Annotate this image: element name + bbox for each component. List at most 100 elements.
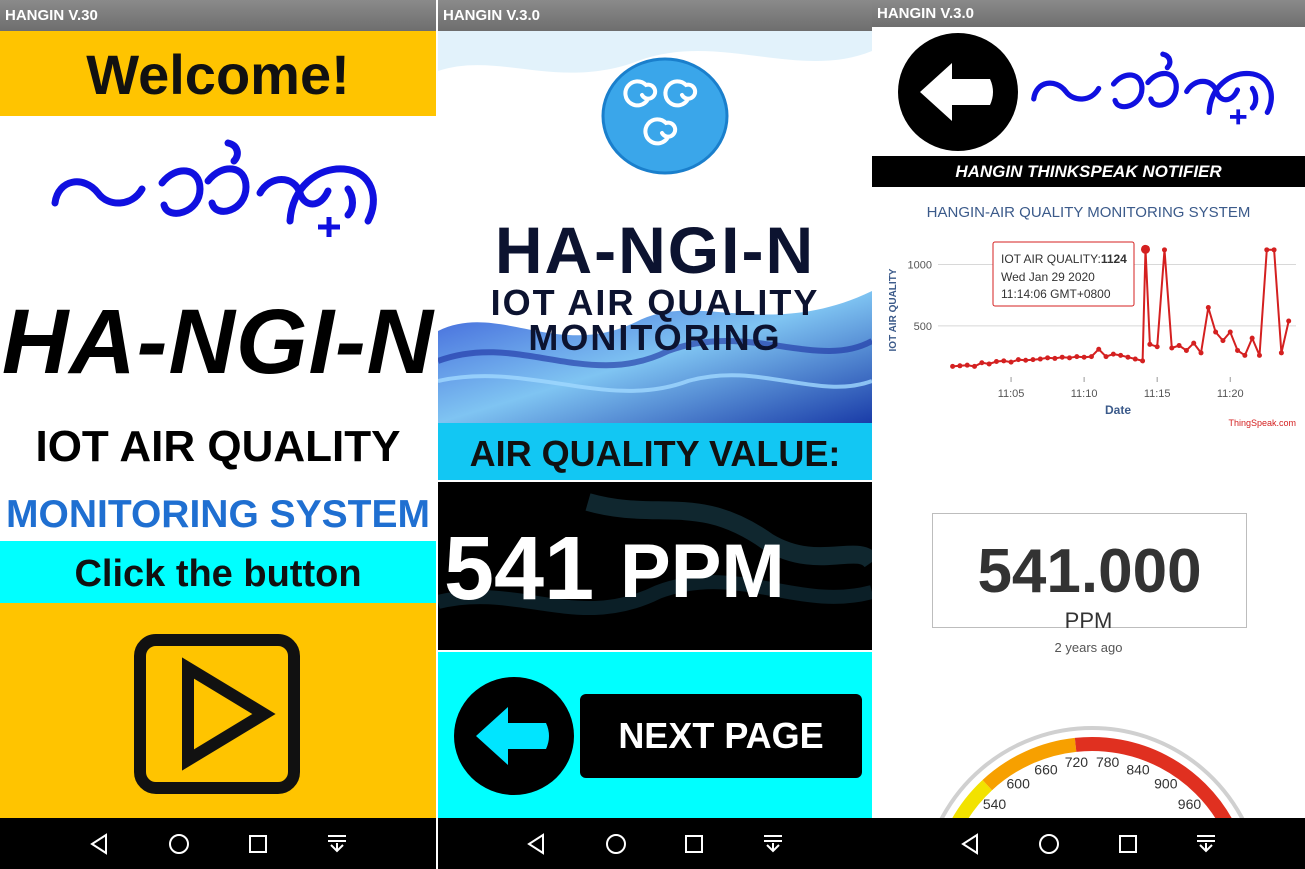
data-point[interactable] <box>1169 345 1175 351</box>
data-point[interactable] <box>1147 341 1153 347</box>
recents-nav-icon[interactable] <box>246 832 270 856</box>
y-axis-label: IOT AIR QUALITY <box>888 268 899 351</box>
home-nav-icon[interactable] <box>604 832 628 856</box>
data-point[interactable] <box>979 360 985 366</box>
data-point[interactable] <box>1176 343 1182 349</box>
air-quality-line-chart[interactable]: 500 1000 11:05 11:10 11:15 11:20 IOT AIR QUAL… <box>872 225 1305 435</box>
data-point[interactable] <box>1059 354 1065 360</box>
data-point[interactable] <box>986 361 992 367</box>
iot-heading: IOT AIR QUALITY <box>35 422 401 471</box>
android-nav-bar <box>872 818 1305 869</box>
data-point[interactable] <box>964 362 970 368</box>
reading-panel: 541 PPM <box>438 482 872 650</box>
air-quality-gauge: 4805406006607207808409009601020 <box>938 726 1246 820</box>
welcome-screen: HANGIN V.30 Welcome! HA-NGI-N IOT AIR QU… <box>0 0 436 869</box>
app-title-bar: HANGIN V.30 <box>0 0 436 31</box>
notification-nav-icon[interactable] <box>761 832 785 856</box>
data-point[interactable] <box>1023 357 1029 363</box>
x-axis-label: Date <box>1105 403 1131 417</box>
svg-text:IOT AIR QUALITY:1124: IOT AIR QUALITY:1124 <box>1001 252 1127 266</box>
baybayin-script-logo <box>51 139 377 237</box>
tooltip-date: Wed Jan 29 2020 <box>1001 270 1095 284</box>
data-point[interactable] <box>1205 305 1211 310</box>
data-point[interactable] <box>1220 338 1226 344</box>
data-point[interactable] <box>1081 354 1087 360</box>
data-point[interactable] <box>1242 352 1248 358</box>
widget-unit: PPM <box>1064 608 1113 633</box>
app-title-bar: HANGIN V.3.0 <box>872 0 1305 27</box>
data-point[interactable] <box>1227 329 1233 335</box>
recents-nav-icon[interactable] <box>682 832 706 856</box>
x-tick-label: 11:20 <box>1217 388 1244 400</box>
play-button[interactable] <box>134 634 300 794</box>
back-nav-icon[interactable] <box>88 832 112 856</box>
home-nav-icon[interactable] <box>167 832 191 856</box>
data-point[interactable] <box>1249 335 1255 341</box>
app-title-bar: HANGIN V.3.0 <box>438 0 872 31</box>
data-point[interactable] <box>1191 340 1197 346</box>
back-nav-icon[interactable] <box>959 832 983 856</box>
brand-title: HA-NGI-N <box>1 291 435 393</box>
gauge-tick-label: 840 <box>1126 761 1150 777</box>
data-point[interactable] <box>1140 358 1146 364</box>
y-tick-label: 500 <box>914 321 932 333</box>
monitoring-heading: MONITORING SYSTEM <box>6 493 430 536</box>
tooltip-label: IOT AIR QUALITY: <box>1001 252 1101 266</box>
data-point[interactable] <box>1037 356 1043 362</box>
notification-nav-icon[interactable] <box>325 832 349 856</box>
data-point[interactable] <box>972 363 978 369</box>
data-point[interactable] <box>1154 344 1160 350</box>
chart-title: HANGIN-AIR QUALITY MONITORING SYSTEM <box>926 204 1251 221</box>
data-point[interactable] <box>1074 354 1080 360</box>
data-point[interactable] <box>1015 357 1021 363</box>
data-point[interactable] <box>1271 247 1277 253</box>
data-point[interactable] <box>1235 347 1241 353</box>
gauge-tick-label: 780 <box>1096 754 1120 770</box>
data-point[interactable] <box>1008 359 1014 365</box>
next-page-button[interactable]: NEXT PAGE <box>580 694 862 778</box>
data-point[interactable] <box>957 363 963 369</box>
data-point[interactable] <box>1052 355 1058 361</box>
back-nav-icon[interactable] <box>525 832 549 856</box>
data-point[interactable] <box>1110 351 1116 357</box>
home-nav-icon[interactable] <box>1037 832 1061 856</box>
data-point[interactable] <box>1088 354 1094 360</box>
data-point[interactable] <box>1096 346 1102 352</box>
data-point[interactable] <box>993 359 999 364</box>
back-button[interactable] <box>454 677 574 795</box>
data-point[interactable] <box>1140 244 1150 254</box>
x-tick-label: 11:15 <box>1144 388 1171 400</box>
data-point[interactable] <box>1213 329 1219 335</box>
data-point[interactable] <box>1198 350 1204 356</box>
data-point[interactable] <box>1103 354 1109 360</box>
baybayin-script-logo <box>1031 51 1274 125</box>
gauge-tick-label: 720 <box>1065 754 1089 770</box>
data-point[interactable] <box>1030 357 1036 363</box>
thingspeak-credit[interactable]: ThingSpeak.com <box>1228 418 1296 428</box>
data-point[interactable] <box>1067 355 1073 361</box>
data-point[interactable] <box>950 363 956 369</box>
data-point[interactable] <box>1118 352 1124 358</box>
back-arrow-icon <box>920 63 993 121</box>
tooltip-value: 1124 <box>1101 252 1127 266</box>
data-point[interactable] <box>1286 318 1292 324</box>
data-point[interactable] <box>1125 354 1131 360</box>
click-instruction: Click the button <box>0 541 436 603</box>
gauge-tick-label: 960 <box>1178 796 1202 812</box>
data-point[interactable] <box>1045 355 1051 361</box>
hero-banner: HA-NGI-N IOT AIR QUALITY MONITORING <box>438 31 872 423</box>
air-quality-unit: PPM <box>620 529 785 614</box>
data-point[interactable] <box>1278 350 1284 356</box>
back-button[interactable] <box>898 33 1018 151</box>
data-point[interactable] <box>1161 247 1167 253</box>
play-icon <box>182 657 276 771</box>
data-point[interactable] <box>1001 358 1007 364</box>
android-nav-bar <box>438 818 872 869</box>
notification-nav-icon[interactable] <box>1194 832 1218 856</box>
data-point[interactable] <box>1264 247 1270 253</box>
data-point[interactable] <box>1132 356 1138 362</box>
recents-nav-icon[interactable] <box>1116 832 1140 856</box>
data-point[interactable] <box>1183 347 1189 353</box>
hero-brand-title: HA-NGI-N <box>494 213 816 287</box>
data-point[interactable] <box>1256 352 1262 358</box>
